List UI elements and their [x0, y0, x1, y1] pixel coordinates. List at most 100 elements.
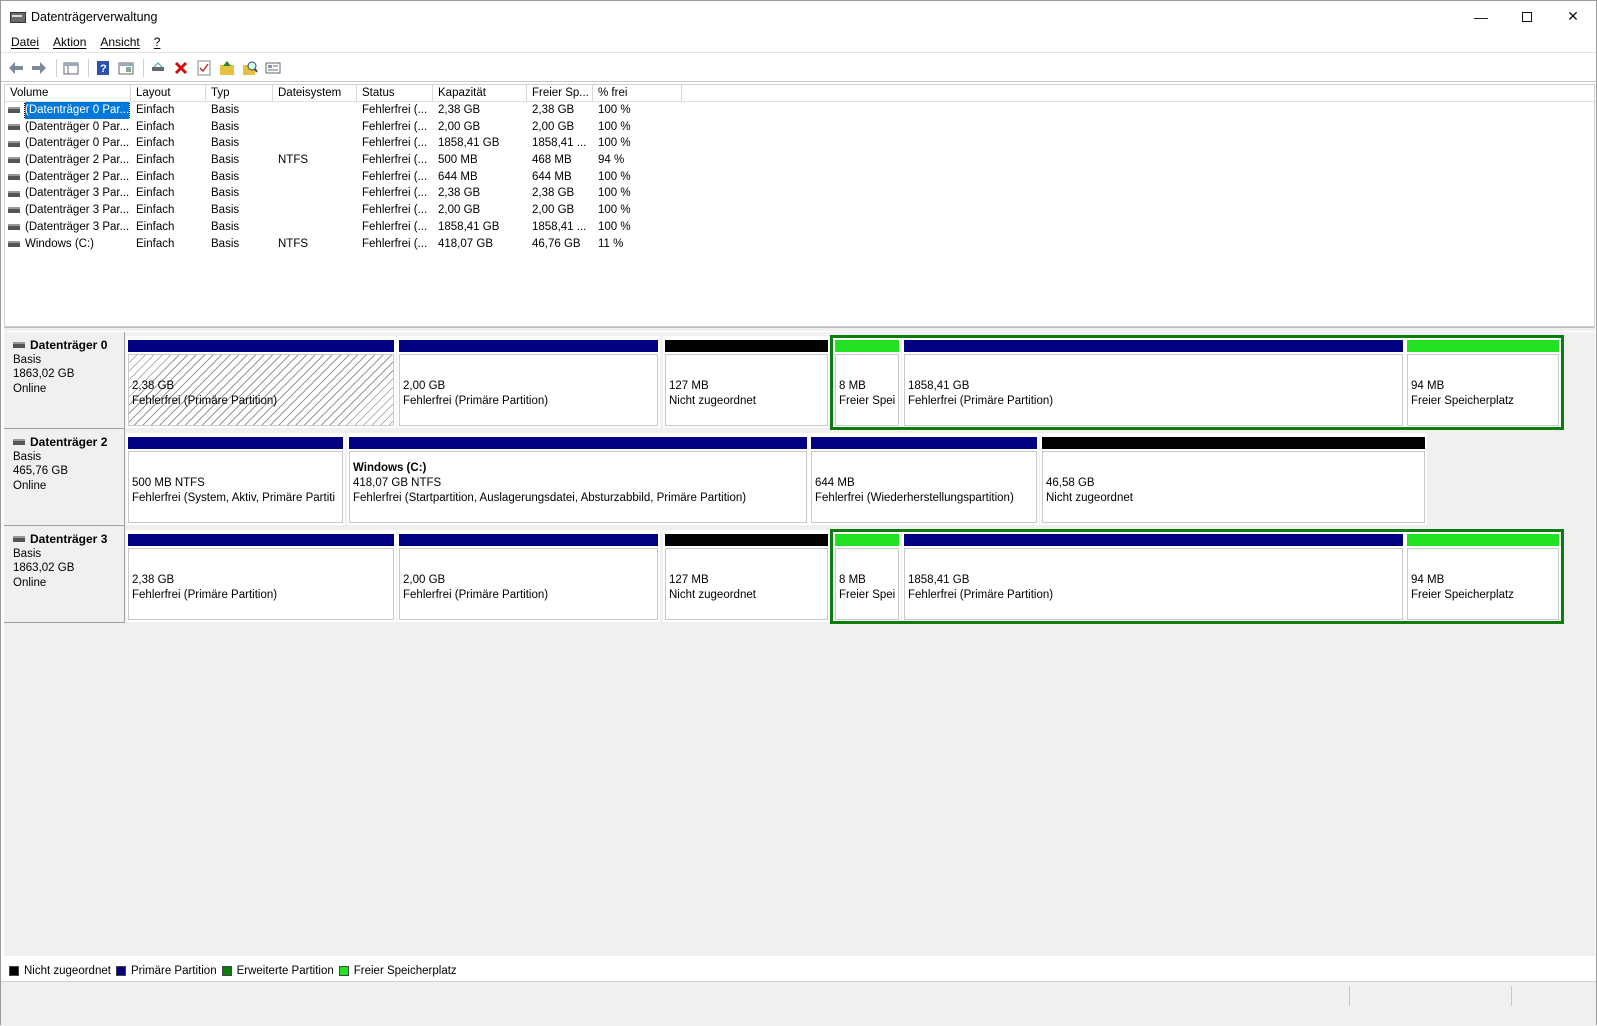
legend-swatch [115, 966, 126, 976]
cell-volume: (Datenträger 3 Par... [5, 185, 131, 202]
partition-primary[interactable]: 2,38 GB Fehlerfrei (Primäre Partition) [126, 530, 396, 622]
partition-unallocated[interactable]: 127 MB Nicht zugeordnet [663, 530, 830, 622]
cell-status: Fehlerfrei (... [362, 104, 428, 116]
partition-body: Windows (C:) 418,07 GB NTFS Fehlerfrei (St… [349, 451, 807, 523]
column-header-typ[interactable]: Typ [206, 85, 273, 101]
cell-layout: Einfach [136, 220, 175, 233]
connect-disk-icon[interactable] [148, 58, 168, 78]
table-row[interactable]: (Datenträger 3 Par... Einfach Basis Fehlerf… [5, 185, 1594, 202]
cell-volume: (Datenträger 0 Par... [5, 102, 131, 119]
properties-pane-icon[interactable] [116, 58, 136, 78]
partition-status: Fehlerfrei (System, Aktiv, Primäre Parti… [132, 492, 335, 504]
menu-help[interactable]: ? [147, 35, 168, 49]
disk-state: Online [13, 479, 47, 492]
partition-body: 644 MB Fehlerfrei (Wiederherstellungspart… [811, 451, 1037, 523]
partition-status: Nicht zugeordnet [1046, 492, 1133, 504]
move-up-icon[interactable] [217, 58, 237, 78]
help-icon[interactable]: ? [93, 58, 113, 78]
table-row[interactable]: (Datenträger 0 Par... Einfach Basis Fehlerf… [5, 135, 1594, 152]
partition-color-bar [811, 437, 1037, 449]
partition-status: Fehlerfrei (Primäre Partition) [403, 589, 549, 601]
column-header-volume[interactable]: Volume [5, 85, 131, 101]
column-header-layout[interactable]: Layout [131, 85, 206, 101]
partition-primary[interactable]: 500 MB NTFS Fehlerfrei (System, Aktiv, Pr… [126, 433, 345, 525]
maximize-button[interactable] [1504, 1, 1550, 32]
table-row[interactable]: Windows (C:) Einfach Basis NTFS Fehlerfrei (… [5, 236, 1594, 253]
search-icon[interactable] [240, 58, 260, 78]
partition-primary[interactable]: 2,00 GB Fehlerfrei (Primäre Partition) [397, 336, 660, 428]
column-header-dateisystem[interactable]: Dateisystem [273, 85, 357, 101]
delete-icon[interactable] [171, 58, 191, 78]
show-hide-console-tree-icon[interactable] [61, 58, 81, 78]
partition-unallocated[interactable]: 127 MB Nicht zugeordnet [663, 336, 830, 428]
cell-prozent-frei: 100 % [598, 170, 631, 183]
cell-prozent-frei: 94 % [598, 154, 625, 167]
column-header-status[interactable]: Status [357, 85, 433, 101]
table-row[interactable]: (Datenträger 2 Par... Einfach Basis Fehlerf… [5, 169, 1594, 186]
title-bar[interactable]: Datenträgerverwaltung — ✕ [1, 1, 1596, 32]
properties-icon[interactable] [194, 58, 214, 78]
table-row[interactable]: (Datenträger 0 Par... Einfach Basis Fehlerf… [5, 102, 1594, 119]
partition-color-bar [128, 340, 394, 352]
cell-status: Fehlerfrei (... [362, 187, 428, 200]
legend-swatch [9, 966, 19, 976]
disk-name: Datenträger 0 [13, 338, 124, 353]
partition-size: 644 MB [815, 477, 855, 489]
cell-kapazitaet: 2,38 GB [438, 104, 481, 116]
cell-layout: Einfach [136, 170, 175, 183]
back-arrow-icon[interactable] [6, 58, 26, 78]
volume-list: Volume Layout Typ Dateisystem Status Kapazitä… [4, 84, 1595, 327]
partition-primary[interactable]: 2,00 GB Fehlerfrei (Primäre Partition) [397, 530, 660, 622]
partition-volume-name: Windows (C:) [353, 462, 427, 474]
close-icon: ✕ [1567, 8, 1579, 24]
cell-typ: Basis [211, 137, 240, 150]
cell-volume: (Datenträger 3 Par... [5, 202, 131, 219]
menu-datei[interactable]: Datei [4, 35, 46, 49]
cell-kapazitaet: 2,38 GB [438, 187, 481, 200]
table-row[interactable]: (Datenträger 0 Par... Einfach Basis Fehlerf… [5, 119, 1594, 136]
column-header-kapazitaet[interactable]: Kapazität [433, 85, 527, 101]
cell-dateisystem [273, 135, 357, 152]
volume-icon [8, 207, 20, 214]
cell-layout: Einfach [136, 120, 175, 133]
menu-ansicht[interactable]: Ansicht [93, 35, 146, 49]
partition-body: 500 MB NTFS Fehlerfrei (System, Aktiv, Pr… [128, 451, 343, 523]
svg-text:?: ? [100, 63, 107, 75]
disk-type: Basis [13, 450, 42, 463]
table-row[interactable]: (Datenträger 3 Par... Einfach Basis Fehlerf… [5, 202, 1594, 219]
table-row[interactable]: (Datenträger 3 Par... Einfach Basis Fehlerf… [5, 219, 1594, 236]
view-icon[interactable] [263, 58, 283, 78]
menu-aktion[interactable]: Aktion [46, 35, 93, 49]
cell-typ: Basis [211, 154, 240, 167]
forward-arrow-icon[interactable] [29, 58, 49, 78]
partition-color-bar [399, 340, 658, 352]
disk-row: Datenträger 3 Basis 1863,02 GB Online 2,38 G… [4, 526, 1595, 624]
volume-name: (Datenträger 2 Par... [25, 170, 130, 183]
cell-kapazitaet: 1858,41 GB [438, 220, 500, 233]
disk-type: Basis [13, 547, 42, 560]
partition-unallocated[interactable]: 46,58 GB Nicht zugeordnet [1040, 433, 1427, 525]
disk-label[interactable]: Datenträger 0 Basis 1863,02 GB Online [4, 332, 125, 429]
legend-label: Freier Speicherplatz [353, 965, 457, 977]
cell-kapazitaet: 644 MB [438, 170, 478, 183]
volume-icon [8, 107, 20, 114]
table-row[interactable]: (Datenträger 2 Par... Einfach Basis NTFS Feh… [5, 152, 1594, 169]
cell-status: Fehlerfrei (... [362, 120, 428, 133]
disk-icon [13, 342, 25, 349]
disk-management-window: Datenträgerverwaltung — ✕ Datei Aktion A… [0, 0, 1597, 1026]
disk-label[interactable]: Datenträger 2 Basis 465,76 GB Online [4, 429, 125, 526]
close-button[interactable]: ✕ [1550, 1, 1596, 32]
cell-freier-speicher: 46,76 GB [532, 237, 581, 250]
disk-label[interactable]: Datenträger 3 Basis 1863,02 GB Online [4, 526, 125, 623]
cell-prozent-frei: 100 % [598, 120, 631, 133]
partition-body: 2,38 GB Fehlerfrei (Primäre Partition) [128, 354, 394, 426]
cell-volume: (Datenträger 0 Par... [5, 119, 131, 136]
partition-primary[interactable]: 2,38 GB Fehlerfrei (Primäre Partition) [126, 336, 396, 428]
partition-primary[interactable]: 644 MB Fehlerfrei (Wiederherstellungspart… [809, 433, 1039, 525]
partition-primary[interactable]: Windows (C:) 418,07 GB NTFS Fehlerfrei (St… [347, 433, 809, 525]
column-header-prozent-frei[interactable]: % frei [593, 85, 682, 101]
cell-layout: Einfach [136, 187, 175, 200]
minimize-button[interactable]: — [1458, 1, 1504, 32]
cell-dateisystem [273, 119, 357, 136]
column-header-freier-speicher[interactable]: Freier Sp... [527, 85, 593, 101]
